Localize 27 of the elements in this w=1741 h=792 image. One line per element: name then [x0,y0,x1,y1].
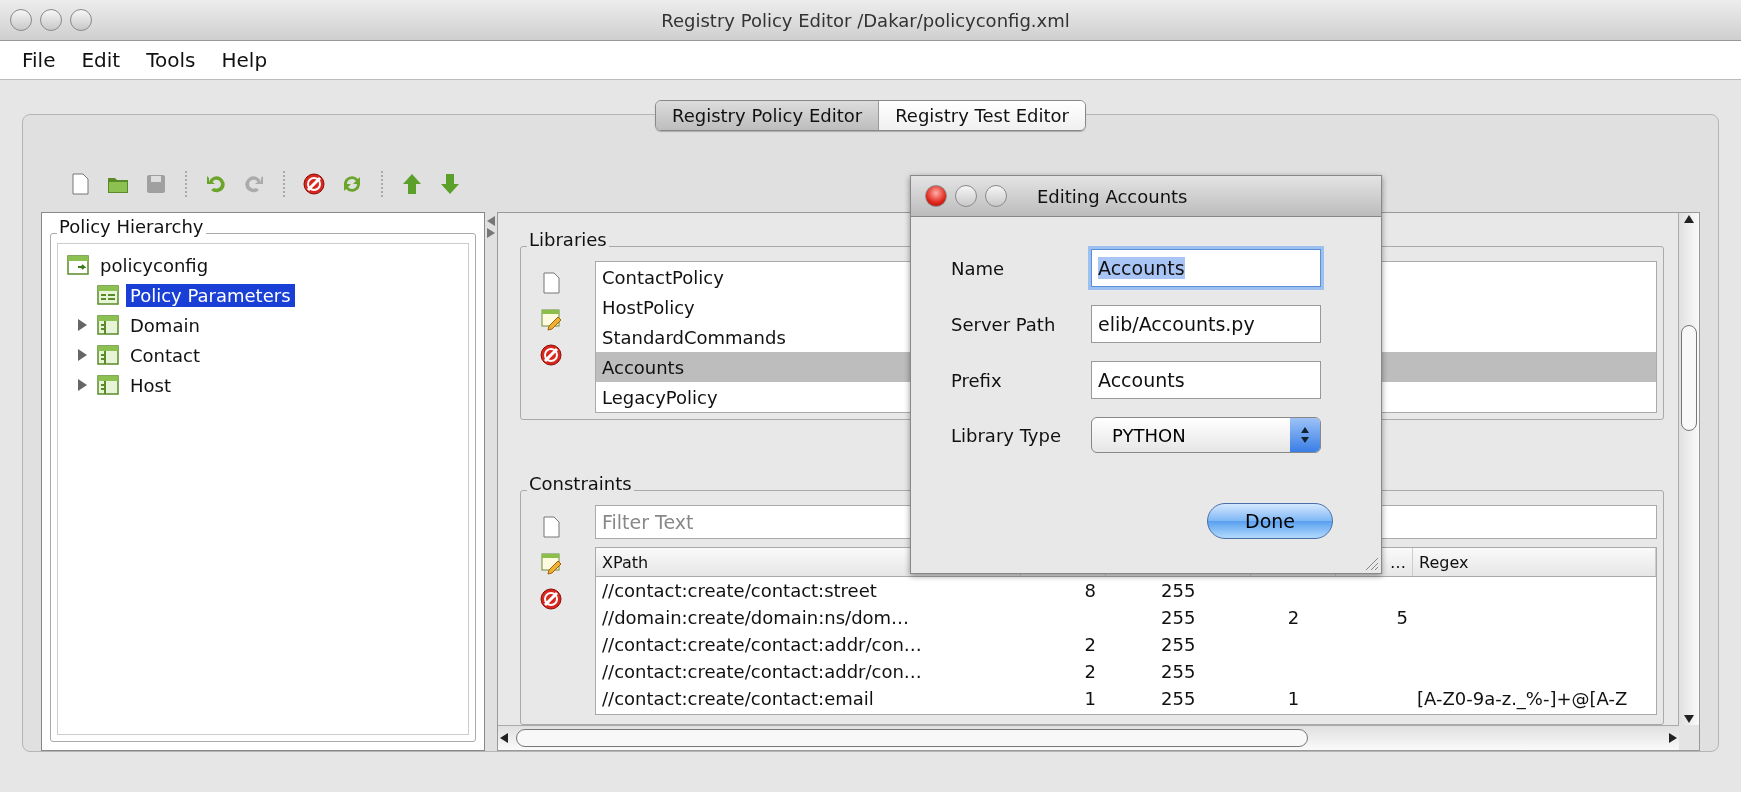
table-cell-text: 255 [1160,660,1197,684]
group-title: Policy Hierarchy [57,216,206,237]
table-cell-text: 255 [1160,633,1197,657]
group-title: Libraries [527,229,609,250]
field-label: Library Type [951,424,1062,446]
table-cell-text: [A-Z0-9a-z._%-]+@[A-Z [1416,687,1629,712]
field-label: Server Path [951,313,1057,335]
table-cell-text: //domain:create/domain:ns/dom… [601,606,911,630]
table-cell-text: 255 [1160,687,1197,711]
dialog-title: Editing Accounts [1037,185,1188,207]
group-title: Constraints [527,473,634,494]
table-cell-text: 2 [1083,633,1097,657]
field-label: Prefix [951,369,1003,391]
table-cell-text: 1 [1286,687,1301,711]
table-cell-text: //contact:create/contact:addr/con… [601,660,923,684]
table-cell-text: //contact:create/contact:street [601,579,878,603]
table-cell-text: 5 [1395,606,1409,630]
table-cell-text: //contact:create/contact:email [601,687,875,711]
table-cell-text: 255 [1160,606,1197,630]
table-cell-text: 1 [1083,687,1097,711]
table-cell-text: 2 [1286,606,1301,630]
table-cell-text: 2 [1083,660,1097,684]
table-cell-text: 8 [1083,579,1097,603]
window-title: Registry Policy Editor /Dakar/policyconfig.xml [660,9,1071,31]
table-cell-text: 255 [1160,579,1197,603]
table-cell-text: //contact:create/contact:addr/con… [601,633,923,657]
field-label: Name [951,257,1006,279]
